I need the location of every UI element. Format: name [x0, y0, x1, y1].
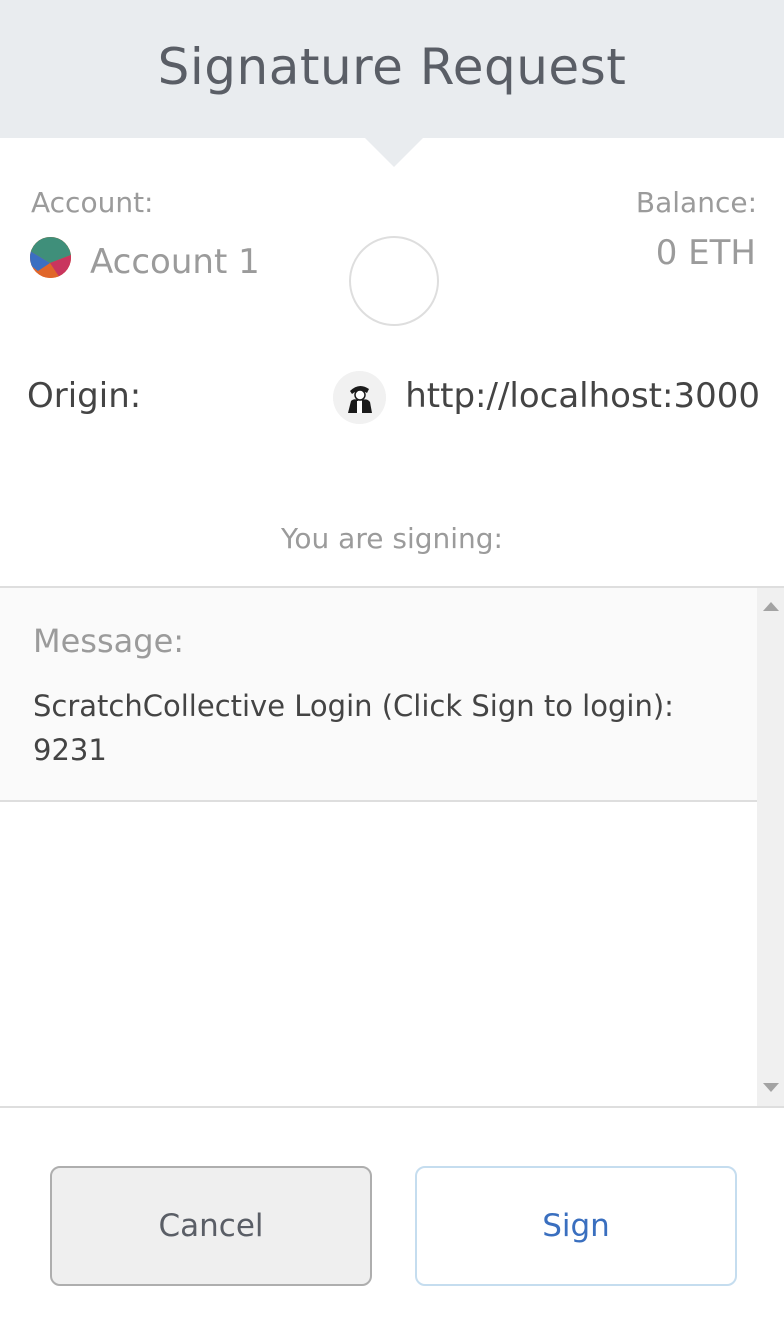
sign-button[interactable]: Sign [415, 1166, 737, 1286]
cancel-button[interactable]: Cancel [50, 1166, 372, 1286]
origin-label: Origin: [27, 376, 142, 416]
origin-url: http://localhost:3000 [405, 376, 760, 416]
scrollbar[interactable] [757, 588, 784, 1106]
balance-value: 0 ETH [655, 233, 756, 273]
message-label: Message: [33, 622, 185, 660]
balance-label: Balance: [635, 186, 757, 219]
header-notch [365, 138, 423, 167]
account-label: Account: [31, 186, 154, 219]
header: Signature Request [0, 0, 784, 138]
account-identicon-icon [30, 237, 71, 278]
site-favicon-icon [333, 371, 386, 424]
message-text: ScratchCollective Login (Click Sign to l… [33, 689, 674, 767]
connection-circle [349, 236, 439, 326]
message-scroll-area[interactable]: Message: ScratchCollective Login (Click … [0, 588, 784, 1106]
scroll-down-arrow-icon[interactable] [763, 1083, 779, 1092]
page-title: Signature Request [157, 38, 627, 96]
scroll-up-arrow-icon[interactable] [763, 602, 779, 611]
account-name: Account 1 [90, 242, 260, 282]
divider [0, 1106, 784, 1108]
signing-label: You are signing: [281, 522, 503, 555]
signature-request-page: Signature Request Account: Account 1 Bal… [0, 0, 784, 1339]
message-box: Message: ScratchCollective Login (Click … [0, 588, 757, 802]
